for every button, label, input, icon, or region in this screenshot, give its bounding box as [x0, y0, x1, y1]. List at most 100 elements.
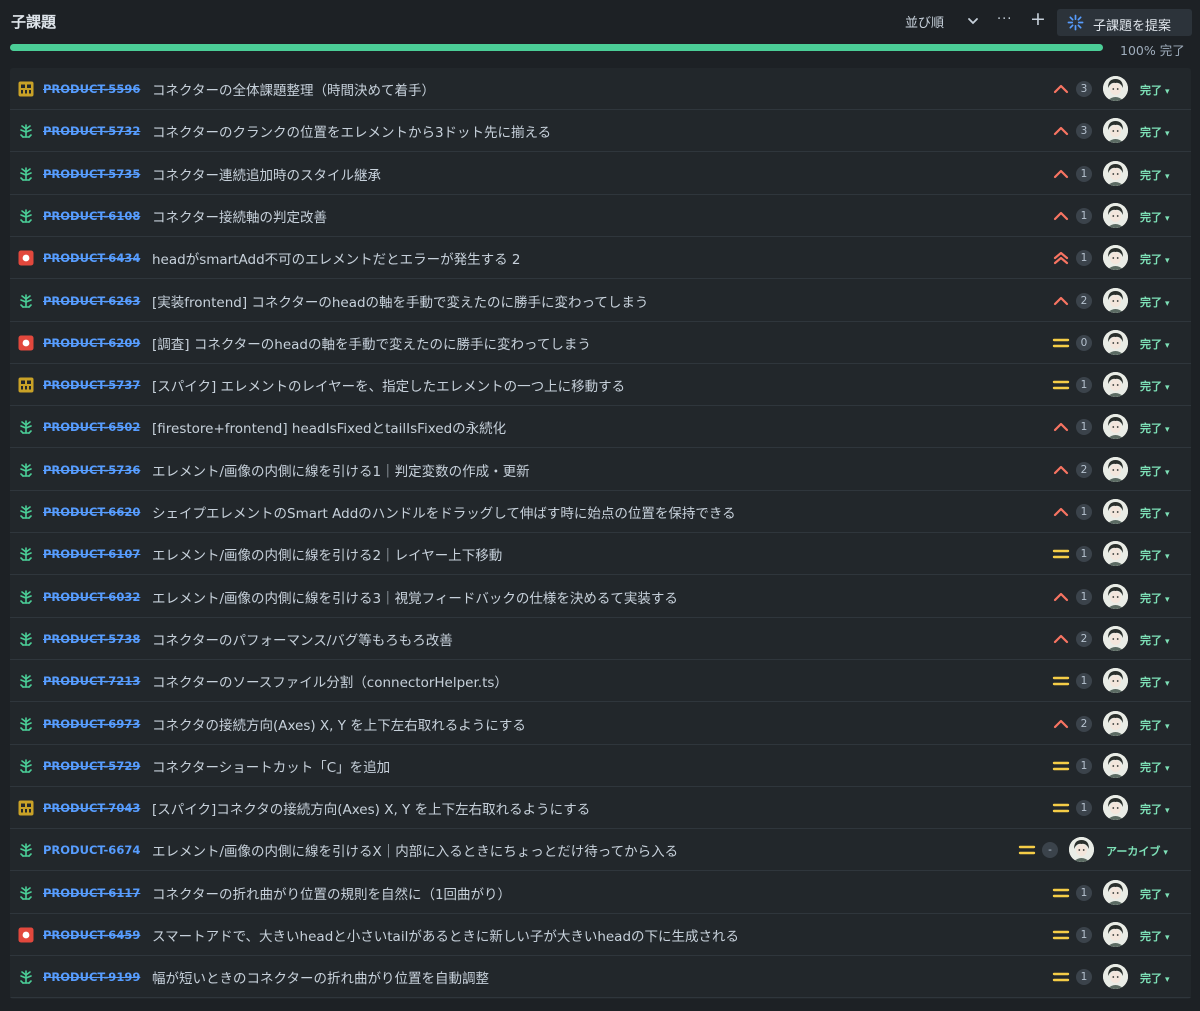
- issue-key-link[interactable]: PRODUCT-6620: [43, 505, 140, 519]
- issue-summary[interactable]: [スパイク] エレメントのレイヤーを、指定したエレメントの一つ上に移動する: [152, 375, 625, 395]
- assignee-avatar[interactable]: [1103, 287, 1128, 313]
- issue-key-link[interactable]: PRODUCT-6973: [43, 717, 140, 731]
- issue-row[interactable]: PRODUCT-6117 コネクターの折れ曲がり位置の規則を自然に（1回曲がり） 1…: [10, 872, 1191, 914]
- status-dropdown[interactable]: 完了 ▾: [1140, 759, 1170, 775]
- status-dropdown[interactable]: 完了 ▾: [1140, 801, 1170, 817]
- issue-key-link[interactable]: PRODUCT-6434: [43, 251, 140, 265]
- assignee-avatar[interactable]: [1103, 499, 1128, 524]
- issue-row[interactable]: PRODUCT-6108 コネクター接続軸の判定改善 1 完了 ▾: [10, 195, 1191, 237]
- status-dropdown[interactable]: アーカイブ ▾: [1106, 843, 1168, 859]
- status-dropdown[interactable]: 完了 ▾: [1140, 294, 1170, 310]
- issue-summary[interactable]: シェイプエレメントのSmart Addのハンドルをドラッグして伸ばす時に始点の位…: [152, 502, 736, 522]
- issue-summary[interactable]: 幅が短いときのコネクターの折れ曲がり位置を自動調整: [152, 967, 489, 987]
- issue-row[interactable]: PRODUCT-5729 コネクターショートカット「C」を追加 1 完了 ▾: [10, 745, 1191, 787]
- status-dropdown[interactable]: 完了 ▾: [1140, 251, 1170, 267]
- assignee-avatar[interactable]: [1103, 879, 1128, 905]
- issue-row[interactable]: PRODUCT-5596 コネクターの全体課題整理（時間決めて着手） 3 完了 ▾: [10, 68, 1191, 110]
- issue-summary[interactable]: エレメント/画像の内側に線を引ける3｜視覚フィードバックの仕様を決めるて実装する: [152, 587, 678, 607]
- issue-key-link[interactable]: PRODUCT-5738: [43, 632, 140, 646]
- issue-summary[interactable]: [スパイク]コネクタの接続方向(Axes) X, Y を上下左右取れるようにする: [152, 798, 590, 818]
- issue-summary[interactable]: コネクターのソースファイル分割（connectorHelper.ts）: [152, 671, 508, 691]
- status-dropdown[interactable]: 完了 ▾: [1140, 420, 1170, 436]
- issue-summary[interactable]: headがsmartAdd不可のエレメントだとエラーが発生する 2: [152, 248, 521, 268]
- assignee-avatar[interactable]: [1103, 329, 1128, 355]
- status-dropdown[interactable]: 完了 ▾: [1140, 674, 1170, 690]
- assignee-avatar[interactable]: [1103, 625, 1128, 651]
- assignee-avatar[interactable]: [1103, 964, 1128, 990]
- assignee-avatar[interactable]: [1103, 118, 1128, 144]
- chevron-down-icon[interactable]: [966, 14, 980, 28]
- sort-button[interactable]: 並び順: [905, 12, 944, 31]
- status-dropdown[interactable]: 完了 ▾: [1140, 547, 1170, 563]
- issue-summary[interactable]: コネクターのクランクの位置をエレメントから3ドット先に揃える: [152, 121, 551, 141]
- issue-row[interactable]: PRODUCT-6107 エレメント/画像の内側に線を引ける2｜レイヤー上下移動 1…: [10, 533, 1191, 576]
- status-dropdown[interactable]: 完了 ▾: [1140, 505, 1170, 521]
- issue-row[interactable]: PRODUCT-7043 [スパイク]コネクタの接続方向(Axes) X, Y を…: [10, 787, 1191, 830]
- issue-summary[interactable]: コネクター連続追加時のスタイル継承: [152, 164, 381, 184]
- issue-summary[interactable]: コネクター接続軸の判定改善: [152, 206, 327, 226]
- issue-summary[interactable]: コネクターのパフォーマンス/バグ等もろもろ改善: [152, 629, 453, 649]
- issue-key-link[interactable]: PRODUCT-7043: [43, 801, 140, 815]
- status-dropdown[interactable]: 完了 ▾: [1140, 717, 1170, 733]
- issue-key-link[interactable]: PRODUCT-7213: [43, 674, 140, 688]
- issue-summary[interactable]: [調査] コネクターのheadの軸を手動で変えたのに勝手に変わってしまう: [152, 333, 591, 353]
- issue-summary[interactable]: コネクターショートカット「C」を追加: [152, 756, 390, 776]
- add-child-button[interactable]: +: [1030, 8, 1046, 30]
- assignee-avatar[interactable]: [1103, 160, 1128, 186]
- issue-key-link[interactable]: PRODUCT-5596: [43, 82, 140, 96]
- status-dropdown[interactable]: 完了 ▾: [1140, 378, 1170, 394]
- issue-key-link[interactable]: PRODUCT-6107: [43, 547, 140, 561]
- issue-row[interactable]: PRODUCT-7213 コネクターのソースファイル分割（connectorHel…: [10, 660, 1191, 703]
- issue-summary[interactable]: エレメント/画像の内側に線を引ける1｜判定変数の作成・更新: [152, 460, 530, 480]
- issue-summary[interactable]: [実装frontend] コネクターのheadの軸を手動で変えたのに勝手に変わっ…: [152, 291, 648, 311]
- issue-key-link[interactable]: PRODUCT-6209: [43, 336, 140, 350]
- issue-summary[interactable]: コネクターの折れ曲がり位置の規則を自然に（1回曲がり）: [152, 883, 511, 903]
- issue-key-link[interactable]: PRODUCT-5729: [43, 759, 140, 773]
- status-dropdown[interactable]: 完了 ▾: [1140, 632, 1170, 648]
- issue-key-link[interactable]: PRODUCT-9199: [43, 970, 140, 984]
- status-dropdown[interactable]: 完了 ▾: [1140, 124, 1170, 140]
- status-dropdown[interactable]: 完了 ▾: [1140, 82, 1170, 98]
- issue-summary[interactable]: コネクターの全体課題整理（時間決めて着手）: [152, 79, 435, 99]
- issue-summary[interactable]: エレメント/画像の内側に線を引ける2｜レイヤー上下移動: [152, 544, 502, 564]
- issue-row[interactable]: PRODUCT-6032 エレメント/画像の内側に線を引ける3｜視覚フィードバック…: [10, 576, 1191, 618]
- issue-row[interactable]: PRODUCT-9199 幅が短いときのコネクターの折れ曲がり位置を自動調整 1 完了…: [10, 956, 1191, 999]
- status-dropdown[interactable]: 完了 ▾: [1140, 970, 1170, 986]
- status-dropdown[interactable]: 完了 ▾: [1140, 209, 1170, 225]
- issue-key-link[interactable]: PRODUCT-5737: [43, 378, 140, 392]
- assignee-avatar[interactable]: [1103, 245, 1128, 271]
- suggest-child-issues-button[interactable]: 子課題を提案: [1057, 9, 1192, 36]
- issue-row[interactable]: PRODUCT-5735 コネクター連続追加時のスタイル継承 1 完了 ▾: [10, 153, 1191, 195]
- status-dropdown[interactable]: 完了 ▾: [1140, 886, 1170, 902]
- issue-row[interactable]: PRODUCT-6263 [実装frontend] コネクターのheadの軸を手動…: [10, 280, 1191, 322]
- issue-key-link[interactable]: PRODUCT-6502: [43, 420, 140, 434]
- issue-row[interactable]: PRODUCT-6674 エレメント/画像の内側に線を引けるX｜内部に入るときにち…: [10, 829, 1191, 872]
- issue-key-link[interactable]: PRODUCT-6674: [43, 843, 140, 857]
- issue-key-link[interactable]: PRODUCT-5732: [43, 124, 140, 138]
- status-dropdown[interactable]: 完了 ▾: [1140, 463, 1170, 479]
- assignee-avatar[interactable]: [1103, 922, 1128, 947]
- assignee-avatar[interactable]: [1103, 414, 1128, 440]
- issue-row[interactable]: PRODUCT-6459 スマートアドで、大きいheadと小さいtailがあるとき…: [10, 914, 1191, 956]
- issue-row[interactable]: PRODUCT-5736 エレメント/画像の内側に線を引ける1｜判定変数の作成・更…: [10, 449, 1191, 491]
- assignee-avatar[interactable]: [1069, 837, 1094, 863]
- issue-row[interactable]: PRODUCT-6209 [調査] コネクターのheadの軸を手動で変えたのに勝手…: [10, 322, 1191, 364]
- assignee-avatar[interactable]: [1103, 76, 1128, 101]
- issue-row[interactable]: PRODUCT-6620 シェイプエレメントのSmart Addのハンドルをドラッ…: [10, 491, 1191, 533]
- issue-key-link[interactable]: PRODUCT-6117: [43, 886, 140, 900]
- issue-key-link[interactable]: PRODUCT-6459: [43, 928, 140, 942]
- issue-row[interactable]: PRODUCT-5738 コネクターのパフォーマンス/バグ等もろもろ改善 2 完了 ▾: [10, 618, 1191, 660]
- issue-key-link[interactable]: PRODUCT-6032: [43, 590, 140, 604]
- assignee-avatar[interactable]: [1103, 583, 1128, 609]
- assignee-avatar[interactable]: [1103, 372, 1128, 398]
- status-dropdown[interactable]: 完了 ▾: [1140, 928, 1170, 944]
- issue-row[interactable]: PRODUCT-6973 コネクタの接続方向(Axes) X, Y を上下左右取れ…: [10, 703, 1191, 745]
- issue-summary[interactable]: スマートアドで、大きいheadと小さいtailがあるときに新しい子が大きいhea…: [152, 925, 739, 945]
- issue-row[interactable]: PRODUCT-5732 コネクターのクランクの位置をエレメントから3ドット先に揃…: [10, 110, 1191, 153]
- status-dropdown[interactable]: 完了 ▾: [1140, 590, 1170, 606]
- issue-key-link[interactable]: PRODUCT-5736: [43, 463, 140, 477]
- issue-row[interactable]: PRODUCT-6434 headがsmartAdd不可のエレメントだとエラーが発…: [10, 237, 1191, 280]
- assignee-avatar[interactable]: [1103, 541, 1128, 567]
- more-options-button[interactable]: ···: [997, 12, 1012, 27]
- status-dropdown[interactable]: 完了 ▾: [1140, 167, 1170, 183]
